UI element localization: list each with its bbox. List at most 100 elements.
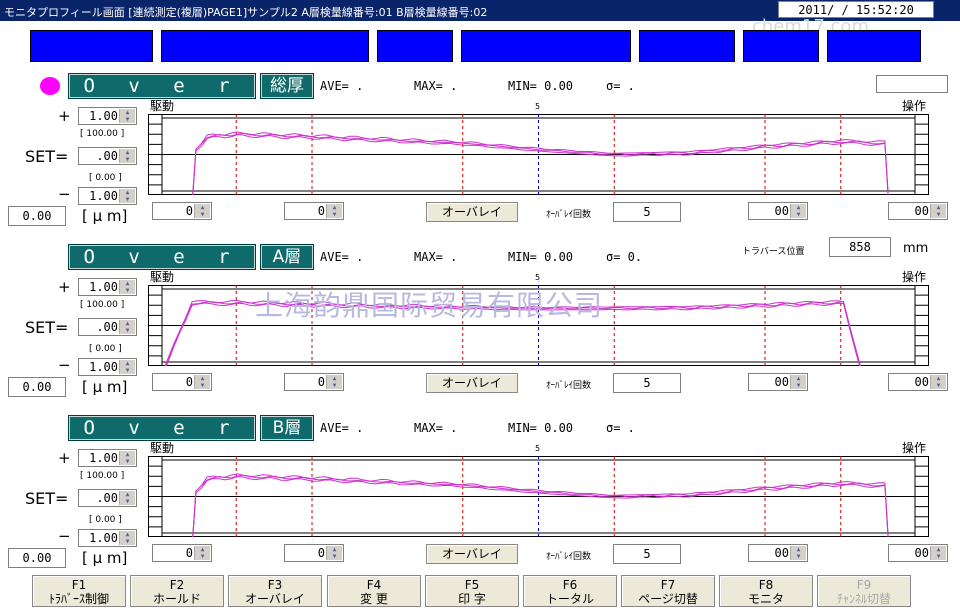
bottom-right2-spinner[interactable]: 00 ▲ ▼	[888, 202, 948, 220]
bottom-right-spinner[interactable]: 00 ▲ ▼	[748, 202, 808, 220]
spin-arrows-icon[interactable]: ▲ ▼	[119, 149, 135, 163]
spin-arrows-icon[interactable]: ▲ ▼	[326, 375, 342, 389]
status-indicator	[40, 77, 60, 95]
operator-side-label: 操作	[902, 270, 927, 284]
center-mark-label: 5	[535, 102, 541, 111]
overlay-label[interactable]: O v e r l a y	[69, 74, 255, 119]
stat-max: MAX= .	[414, 421, 458, 435]
bottom-left2-spinner-value: 0	[317, 546, 325, 560]
set-label: SET=	[25, 318, 69, 337]
spin-arrows-icon[interactable]: ▲ ▼	[119, 280, 135, 294]
overlay-count-value: 5	[613, 202, 681, 222]
bottom-right2-spinner-value: 00	[914, 375, 929, 389]
stat-max: MAX= .	[414, 250, 458, 264]
minus-tolerance-spinner[interactable]: 1.00 ▲ ▼	[78, 358, 137, 376]
unit-label: [ μ m]	[82, 549, 128, 567]
fkey-label: オーバレイ	[245, 592, 305, 606]
function-key-f5[interactable]: F5 印 字	[425, 575, 519, 607]
spin-arrows-icon[interactable]: ▲ ▼	[119, 531, 135, 545]
overlay-label[interactable]: O v e r l a y	[69, 245, 255, 290]
bottom-left-spinner[interactable]: 0 ▲ ▼	[152, 202, 212, 220]
center-mark-label: 5	[535, 444, 541, 453]
set-value-spinner-value: .00	[96, 320, 118, 334]
function-key-f1[interactable]: F1 ﾄﾗﾊﾞｰｽ制御	[32, 575, 126, 607]
plus-tolerance-spinner-value: 1.00	[89, 280, 118, 294]
spin-arrows-icon[interactable]: ▲ ▼	[790, 204, 806, 218]
stat-sigma: σ= .	[606, 79, 635, 93]
function-key-f7[interactable]: F7 ページ切替	[621, 575, 715, 607]
spin-arrows-icon[interactable]: ▲ ▼	[930, 546, 946, 560]
plus-tolerance-spinner[interactable]: 1.00 ▲ ▼	[78, 107, 137, 125]
spin-arrows-icon[interactable]: ▲ ▼	[790, 546, 806, 560]
plus-tolerance-spinner[interactable]: 1.00 ▲ ▼	[78, 449, 137, 467]
spin-arrows-icon[interactable]: ▲ ▼	[326, 204, 342, 218]
overlay-button[interactable]: オーバレイ	[426, 544, 518, 564]
stat-min: MIN= 0.00	[508, 421, 574, 435]
spin-arrows-icon[interactable]: ▲ ▼	[194, 204, 210, 218]
plus-tolerance-spinner[interactable]: 1.00 ▲ ▼	[78, 278, 137, 296]
bottom-right2-spinner[interactable]: 00 ▲ ▼	[888, 544, 948, 562]
bottom-left-spinner-value: 0	[185, 546, 193, 560]
fkey-label: ホールド	[152, 592, 201, 606]
bottom-left-spinner[interactable]: 0 ▲ ▼	[152, 544, 212, 562]
bottom-left2-spinner[interactable]: 0 ▲ ▼	[284, 373, 344, 391]
spin-arrows-icon[interactable]: ▲ ▼	[930, 375, 946, 389]
stat-ave: AVE= .	[320, 250, 364, 264]
set-value-spinner[interactable]: .00 ▲ ▼	[78, 147, 137, 165]
spin-arrows-icon[interactable]: ▲ ▼	[194, 375, 210, 389]
function-key-f4[interactable]: F4 変 更	[327, 575, 421, 607]
bottom-right-spinner[interactable]: 00 ▲ ▼	[748, 373, 808, 391]
function-key-f8[interactable]: F8 モニタ	[719, 575, 813, 607]
spin-arrows-icon[interactable]: ▲ ▼	[119, 491, 135, 505]
bottom-left2-spinner-value: 0	[317, 204, 325, 218]
fkey-label: モニタ	[747, 592, 784, 606]
bottom-right-spinner-value: 00	[774, 204, 789, 218]
overlay-button[interactable]: オーバレイ	[426, 202, 518, 222]
drive-side-label: 駆動	[150, 441, 175, 455]
spin-arrows-icon[interactable]: ▲ ▼	[119, 320, 135, 334]
bottom-left-spinner[interactable]: 0 ▲ ▼	[152, 373, 212, 391]
layer-tag[interactable]: B層	[261, 416, 313, 440]
bottom-right2-spinner-value: 00	[914, 546, 929, 560]
readout-value: 0.00	[8, 206, 66, 226]
fkey-number: F6	[562, 578, 578, 592]
function-key-f2[interactable]: F2 ホールド	[130, 575, 224, 607]
minus-tolerance-spinner-value: 1.00	[89, 189, 118, 203]
function-key-f6[interactable]: F6 トータル	[523, 575, 617, 607]
operator-side-label: 操作	[902, 99, 927, 113]
set-value-spinner[interactable]: .00 ▲ ▼	[78, 318, 137, 336]
bottom-left2-spinner[interactable]: 0 ▲ ▼	[284, 202, 344, 220]
spin-arrows-icon[interactable]: ▲ ▼	[119, 189, 135, 203]
function-key-f3[interactable]: F3 オーバレイ	[228, 575, 322, 607]
bottom-right2-spinner[interactable]: 00 ▲ ▼	[888, 373, 948, 391]
function-key-f9[interactable]: F9 ﾁｬﾝﾈﾙ切替	[817, 575, 911, 607]
spin-arrows-icon[interactable]: ▲ ▼	[119, 451, 135, 465]
minus-tolerance-spinner[interactable]: 1.00 ▲ ▼	[78, 187, 137, 205]
spin-arrows-icon[interactable]: ▲ ▼	[194, 546, 210, 560]
overlay-button[interactable]: オーバレイ	[426, 373, 518, 393]
spin-arrows-icon[interactable]: ▲ ▼	[119, 360, 135, 374]
layer-tag[interactable]: A層	[261, 245, 313, 269]
stat-ave: AVE= .	[320, 79, 364, 93]
overlay-count-label: ｵｰﾊﾞﾚｲ回数	[546, 210, 592, 220]
fkey-label: トータル	[545, 592, 594, 606]
overlay-count-value: 5	[613, 373, 681, 393]
traverse-unit: mm	[903, 241, 929, 256]
bottom-right-spinner[interactable]: 00 ▲ ▼	[748, 544, 808, 562]
profile-chart	[148, 285, 929, 366]
fkey-label: ﾁｬﾝﾈﾙ切替	[836, 592, 891, 606]
status-field	[876, 75, 948, 93]
drive-side-label: 駆動	[150, 270, 175, 284]
bottom-left2-spinner[interactable]: 0 ▲ ▼	[284, 544, 344, 562]
fkey-number: F2	[169, 578, 185, 592]
overlay-label[interactable]: O v e r l a y	[69, 416, 255, 461]
spin-arrows-icon[interactable]: ▲ ▼	[930, 204, 946, 218]
layer-tag[interactable]: 総厚	[261, 74, 313, 98]
spin-arrows-icon[interactable]: ▲ ▼	[326, 546, 342, 560]
bottom-right2-spinner-value: 00	[914, 204, 929, 218]
spin-arrows-icon[interactable]: ▲ ▼	[119, 109, 135, 123]
profile-chart	[148, 456, 929, 537]
spin-arrows-icon[interactable]: ▲ ▼	[790, 375, 806, 389]
set-value-spinner[interactable]: .00 ▲ ▼	[78, 489, 137, 507]
minus-tolerance-spinner[interactable]: 1.00 ▲ ▼	[78, 529, 137, 547]
